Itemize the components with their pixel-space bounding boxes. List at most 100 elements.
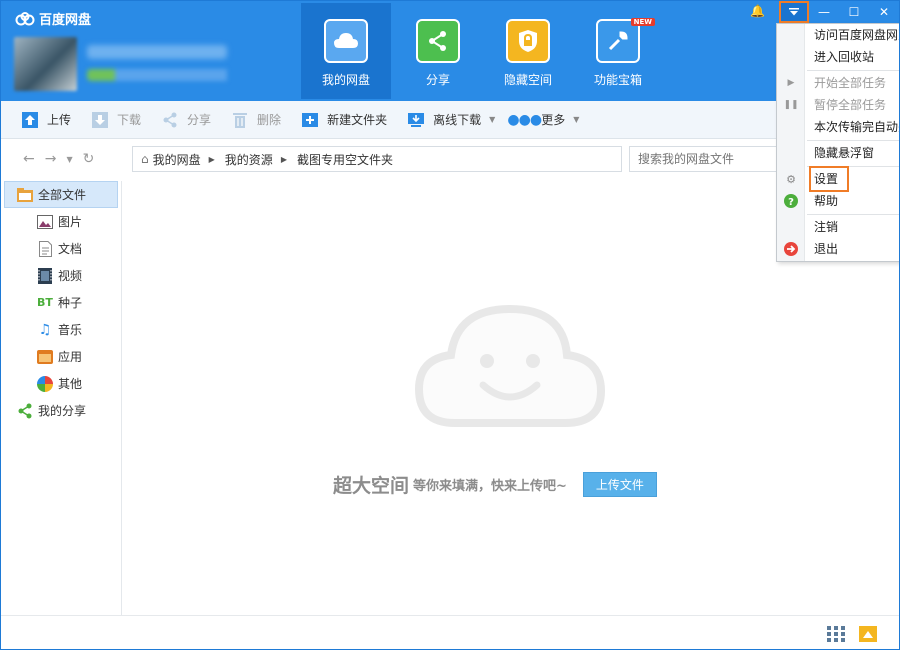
- sidebar-item-apps[interactable]: 应用: [1, 343, 121, 370]
- empty-state-message: 超大空间 等你来填满，快来上传吧~ 上传文件: [333, 471, 657, 498]
- lock-icon: [506, 19, 550, 63]
- menu-item-hide-float[interactable]: 隐藏悬浮窗: [814, 143, 874, 163]
- menu-divider: [807, 70, 900, 71]
- help-icon: ?: [783, 193, 799, 209]
- sidebar-item-documents[interactable]: 文档: [1, 235, 121, 262]
- menu-icon-gutter: [777, 24, 805, 261]
- grid-view-icon[interactable]: [827, 626, 845, 642]
- tab-hidden-space[interactable]: 隐藏空间: [483, 3, 573, 99]
- svg-text:?: ?: [788, 197, 794, 208]
- settings-highlight-box: [809, 166, 849, 192]
- chevron-down-icon: [789, 8, 799, 16]
- download-icon: [91, 111, 109, 129]
- maximize-button[interactable]: ☐: [839, 1, 869, 23]
- refresh-icon[interactable]: ↻: [83, 151, 95, 167]
- upload-file-button[interactable]: 上传文件: [583, 472, 657, 497]
- menu-item-start-all[interactable]: 开始全部任务: [814, 73, 886, 93]
- image-icon: [37, 214, 53, 230]
- main-menu-dropdown: 访问百度网盘网页 进入回收站 ▶ 开始全部任务 ❚❚ 暂停全部任务 本次传输完自…: [776, 23, 900, 262]
- other-icon: [37, 376, 53, 392]
- baidu-cloud-logo-icon: [15, 12, 35, 26]
- new-folder-icon: [301, 111, 319, 129]
- tab-label: 功能宝箱: [573, 71, 663, 88]
- tab-toolbox[interactable]: NEW 功能宝箱: [573, 3, 663, 99]
- sidebar-item-images[interactable]: 图片: [1, 208, 121, 235]
- close-button[interactable]: ✕: [869, 1, 899, 23]
- mini-window-icon[interactable]: [859, 626, 877, 642]
- empty-headline: 超大空间: [333, 471, 409, 498]
- address-bar: ← → ▼ ↻ ⌂ 我的网盘 ▶ 我的资源 ▶ 截图专用空文件夹: [1, 141, 899, 177]
- menu-item-help[interactable]: 帮助: [814, 191, 838, 211]
- window-controls: — ☐ ✕: [779, 1, 899, 23]
- offline-download-button[interactable]: 离线下载 ▼: [407, 111, 495, 129]
- trash-icon: [231, 111, 249, 129]
- breadcrumb-separator-icon: ▶: [209, 155, 215, 164]
- more-label: 更多: [541, 111, 565, 128]
- sidebar-item-label: 视频: [58, 267, 82, 284]
- sidebar-item-label: 图片: [58, 213, 82, 230]
- play-icon: ▶: [783, 75, 799, 91]
- tab-label: 我的网盘: [301, 71, 391, 88]
- app-window: 百度网盘 我的网盘 分享 隐藏空间 NEW: [0, 0, 900, 650]
- cloud-icon: [324, 19, 368, 63]
- download-button[interactable]: 下载: [91, 111, 141, 129]
- menu-divider: [807, 140, 900, 141]
- brand: 百度网盘: [15, 9, 91, 28]
- more-button[interactable]: ●●● 更多 ▼: [515, 111, 579, 129]
- upload-icon: [21, 111, 39, 129]
- sidebar-item-label: 文档: [58, 240, 82, 257]
- sidebar-item-music[interactable]: ♫ 音乐: [1, 316, 121, 343]
- pause-icon: ❚❚: [783, 97, 799, 113]
- new-folder-button[interactable]: 新建文件夹: [301, 111, 387, 129]
- sidebar-item-label: 我的分享: [38, 402, 86, 419]
- gear-icon: ⚙: [783, 171, 799, 187]
- share-label: 分享: [187, 111, 211, 128]
- exit-icon: [783, 241, 799, 257]
- sidebar-item-all-files[interactable]: 全部文件: [4, 181, 118, 208]
- tab-label: 隐藏空间: [483, 71, 573, 88]
- menu-item-logout[interactable]: 注销: [814, 217, 838, 237]
- empty-cloud-icon: [415, 301, 605, 431]
- menu-item-visit-web[interactable]: 访问百度网盘网页: [814, 25, 900, 45]
- breadcrumb: ⌂ 我的网盘 ▶ 我的资源 ▶ 截图专用空文件夹: [132, 146, 622, 172]
- username-blurred: [87, 45, 227, 59]
- delete-button[interactable]: 删除: [231, 111, 281, 129]
- upload-button[interactable]: 上传: [21, 111, 71, 129]
- tab-share[interactable]: 分享: [393, 3, 483, 99]
- history-dropdown-icon[interactable]: ▼: [66, 155, 72, 164]
- sidebar-item-label: 种子: [58, 294, 82, 311]
- folder-icon: [17, 187, 33, 203]
- minimize-button[interactable]: —: [809, 1, 839, 23]
- sidebar-item-label: 全部文件: [38, 186, 86, 203]
- brand-name: 百度网盘: [39, 9, 91, 28]
- breadcrumb-separator-icon: ▶: [281, 155, 287, 164]
- share-icon: [161, 111, 179, 129]
- download-label: 下载: [117, 111, 141, 128]
- sidebar-item-my-shares[interactable]: 我的分享: [1, 397, 121, 424]
- main-menu-button[interactable]: [779, 1, 809, 23]
- menu-item-auto-shutdown[interactable]: 本次传输完自动关: [814, 117, 900, 137]
- share-icon: [17, 403, 33, 419]
- breadcrumb-item[interactable]: 截图专用空文件夹: [297, 151, 393, 168]
- search-input[interactable]: [629, 146, 789, 172]
- menu-item-recycle-bin[interactable]: 进入回收站: [814, 47, 874, 67]
- avatar[interactable]: [14, 37, 77, 91]
- notification-bell-icon[interactable]: 🔔: [750, 4, 765, 18]
- share-button[interactable]: 分享: [161, 111, 211, 129]
- bt-icon: BT: [37, 295, 53, 311]
- caret-down-icon: ▼: [489, 115, 495, 124]
- sidebar-item-videos[interactable]: 视频: [1, 262, 121, 289]
- app-icon: [37, 349, 53, 365]
- forward-arrow-icon[interactable]: →: [45, 151, 57, 167]
- back-arrow-icon[interactable]: ←: [23, 151, 35, 167]
- sidebar-item-label: 其他: [58, 375, 82, 392]
- tab-my-disk[interactable]: 我的网盘: [301, 3, 391, 99]
- breadcrumb-home[interactable]: ⌂ 我的网盘 ▶: [141, 151, 215, 168]
- breadcrumb-item[interactable]: 我的资源 ▶: [225, 151, 287, 168]
- sidebar-item-label: 应用: [58, 348, 82, 365]
- sidebar-item-other[interactable]: 其他: [1, 370, 121, 397]
- menu-item-exit[interactable]: 退出: [814, 239, 838, 259]
- caret-down-icon: ▼: [573, 115, 579, 124]
- menu-item-pause-all[interactable]: 暂停全部任务: [814, 95, 886, 115]
- sidebar-item-torrents[interactable]: BT 种子: [1, 289, 121, 316]
